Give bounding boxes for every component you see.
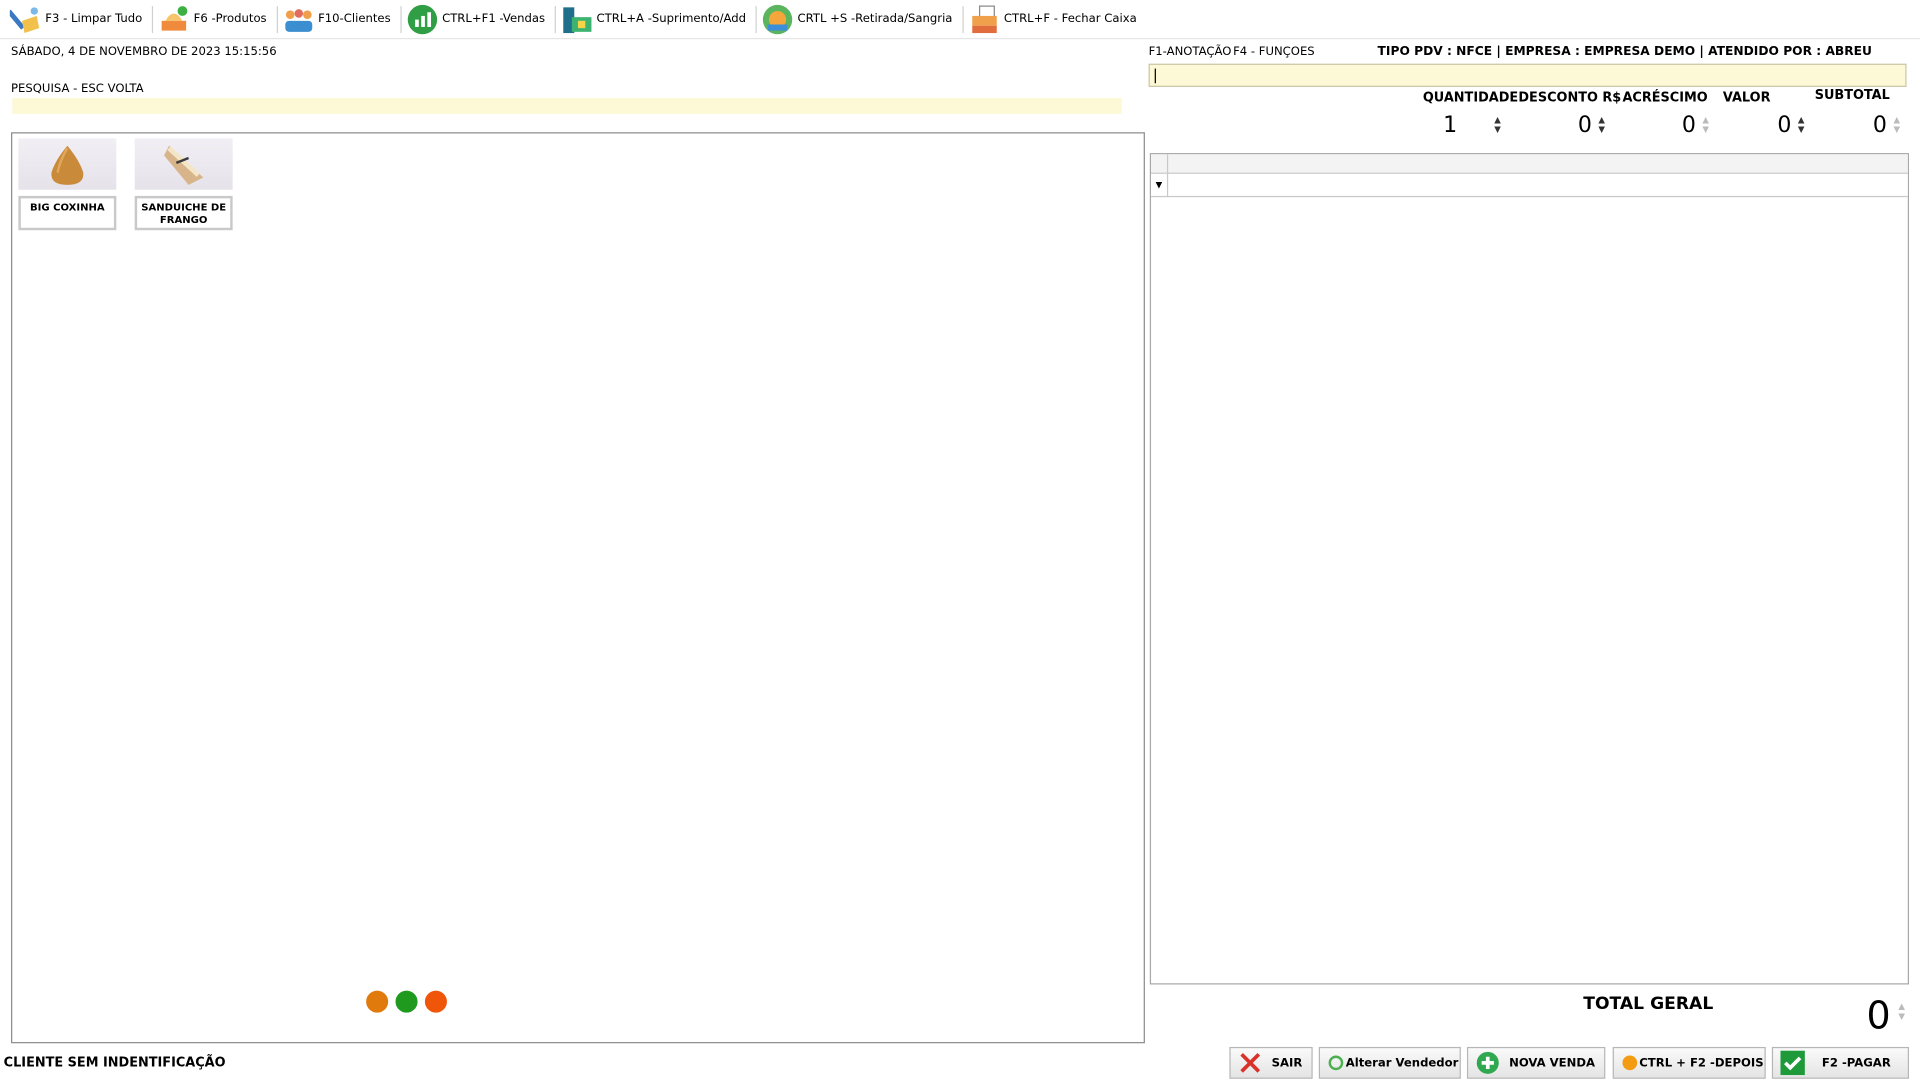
discount-spinner[interactable]: ▲ ▼	[1597, 115, 1607, 137]
toolbar: F3 - Limpar Tudo F6 -Produtos F10-Client…	[0, 0, 1920, 40]
product-button[interactable]: SANDUICHE DE FRANGO	[134, 195, 233, 231]
functions-hotkey: F4 - FUNÇOES	[1233, 45, 1315, 59]
sales-button[interactable]: CTRL+F1 -Vendas	[404, 2, 552, 36]
discount-field[interactable]: 0	[1555, 113, 1592, 139]
close-icon	[1238, 1051, 1262, 1075]
product-entry-field[interactable]	[1148, 63, 1907, 87]
product-button[interactable]: BIG COXINHA	[18, 195, 117, 231]
total-value: 0	[1866, 994, 1891, 1039]
products-label: F6 -Produtos	[193, 12, 267, 26]
pay-button[interactable]: F2 -PAGAR	[1771, 1046, 1909, 1079]
cash-add-icon	[561, 3, 593, 35]
pay-label: F2 -PAGAR	[1821, 1056, 1891, 1070]
sales-chart-icon	[407, 3, 439, 35]
clients-icon	[283, 3, 315, 35]
page-indicator	[366, 990, 447, 1013]
toolbar-divider	[400, 5, 402, 33]
grid-filter-row[interactable]: ▼	[1151, 173, 1908, 198]
page-dot[interactable]	[366, 990, 389, 1013]
clear-all-label: F3 - Limpar Tudo	[45, 12, 143, 26]
close-register-button[interactable]: CTRL+F - Fechar Caixa	[966, 2, 1144, 36]
withdraw-icon	[762, 3, 794, 35]
clear-all-button[interactable]: F3 - Limpar Tudo	[6, 2, 149, 36]
subtotal-spinner[interactable]: ▲ ▼	[1892, 115, 1902, 137]
page-dot[interactable]	[424, 990, 447, 1013]
grid-header	[1151, 154, 1908, 174]
total-spinner: ▲ ▼	[1898, 1001, 1905, 1022]
quantity-field[interactable]: 1	[1420, 113, 1457, 139]
notes-hotkey: F1-ANOTAÇÃO	[1148, 45, 1232, 59]
withdraw-button[interactable]: CRTL +S -Retirada/Sangria	[760, 2, 960, 36]
search-label: PESQUISA - ESC VOLTA	[11, 82, 144, 96]
addition-label: ACRÉSCIMO	[1622, 90, 1708, 106]
clients-button[interactable]: F10-Clientes	[280, 2, 398, 36]
pay-later-label: CTRL + F2 -DEPOIS	[1639, 1056, 1764, 1070]
orange-dot-icon	[1621, 1051, 1638, 1075]
text-caret	[1154, 68, 1156, 84]
supply-add-button[interactable]: CTRL+A -Suprimento/Add	[559, 2, 754, 36]
toolbar-divider	[962, 5, 964, 33]
value-spinner[interactable]: ▲ ▼	[1796, 115, 1806, 137]
change-seller-button[interactable]: Alterar Vendedor	[1318, 1046, 1461, 1079]
products-button[interactable]: F6 -Produtos	[156, 2, 274, 36]
close-register-label: CTRL+F - Fechar Caixa	[1003, 12, 1137, 26]
value-field[interactable]: 0	[1755, 113, 1791, 139]
toolbar-divider	[755, 5, 758, 33]
product-card[interactable]: BIG COXINHA	[18, 138, 117, 231]
exit-button[interactable]: SAIR	[1229, 1046, 1313, 1079]
coxinha-image	[18, 138, 117, 190]
exit-label: SAIR	[1271, 1056, 1303, 1070]
toolbar-divider	[276, 5, 278, 33]
addition-spinner[interactable]: ▲ ▼	[1701, 115, 1711, 137]
search-input[interactable]	[12, 97, 1122, 114]
subtotal-label: SUBTOTAL	[1814, 88, 1890, 103]
quantity-spinner[interactable]: ▲ ▼	[1493, 115, 1503, 137]
discount-label: DESCONTO R$	[1518, 90, 1622, 106]
new-sale-label: NOVA VENDA	[1509, 1056, 1596, 1070]
register-icon	[968, 3, 1000, 35]
sales-label: CTRL+F1 -Vendas	[442, 12, 546, 26]
subtotal-field: 0	[1872, 112, 1887, 139]
broom-icon	[6, 3, 42, 35]
products-icon	[158, 3, 190, 35]
total-label: TOTAL GERAL	[1583, 994, 1714, 1014]
pdv-screen: F3 - Limpar Tudo F6 -Produtos F10-Client…	[0, 0, 1920, 1080]
addition-field[interactable]: 0	[1659, 113, 1696, 139]
plus-icon	[1476, 1051, 1500, 1075]
items-grid: ▼	[1149, 153, 1909, 985]
client-status: CLIENTE SEM INDENTIFICAÇÃO	[3, 1055, 226, 1071]
datetime-label: SÁBADO, 4 DE NOVEMBRO DE 2023 15:15:56	[11, 45, 277, 59]
clients-label: F10-Clientes	[318, 12, 391, 26]
grid-corner-cell	[1151, 154, 1169, 174]
toolbar-divider	[554, 5, 557, 33]
checkmark-icon	[1780, 1050, 1805, 1076]
withdraw-label: CRTL +S -Retirada/Sangria	[797, 12, 953, 26]
new-sale-button[interactable]: NOVA VENDA	[1466, 1046, 1606, 1079]
product-card[interactable]: SANDUICHE DE FRANGO	[134, 138, 233, 231]
quantity-label: QUANTIDADE	[1422, 90, 1519, 106]
toolbar-divider	[152, 5, 154, 33]
supply-add-label: CTRL+A -Suprimento/Add	[596, 12, 747, 26]
refresh-icon	[1327, 1051, 1344, 1075]
session-info: TIPO PDV : NFCE | EMPRESA : EMPRESA DEMO…	[1377, 45, 1872, 59]
pay-later-button[interactable]: CTRL + F2 -DEPOIS	[1612, 1046, 1766, 1079]
products-panel: BIG COXINHA SANDUICHE DE FRANGO	[11, 132, 1145, 1044]
page-dot[interactable]	[395, 990, 418, 1013]
sandwich-image	[134, 138, 233, 190]
value-label: VALOR	[1722, 90, 1771, 106]
filter-icon[interactable]: ▼	[1151, 173, 1169, 198]
change-seller-label: Alterar Vendedor	[1345, 1056, 1459, 1070]
